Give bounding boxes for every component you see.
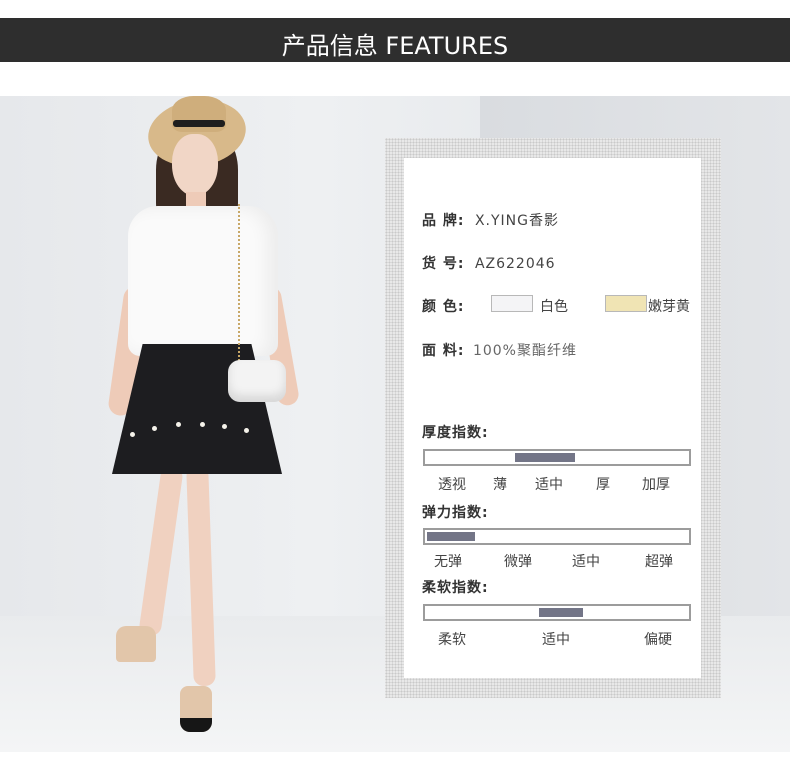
sku-value: AZ622046 [474,256,556,272]
thickness-marker [514,453,576,462]
elasticity-tick: 无弹 [434,554,462,570]
elasticity-tick: 适中 [572,554,600,570]
info-card [404,158,701,678]
brand-label: 品 牌: [422,213,465,229]
pearl-bead [200,422,205,427]
white-quilted-bag [228,360,286,402]
color-swatch-white [491,295,533,312]
thickness-scale [423,449,691,466]
model-face [172,134,218,196]
elasticity-title: 弹力指数: [422,505,489,521]
thickness-tick: 加厚 [642,477,670,493]
bag-chain-strap [238,204,241,364]
softness-marker [538,608,584,617]
color-name-white: 白色 [540,299,568,315]
sku-label: 货 号: [422,256,465,272]
fabric-row: 面 料: 100%聚酯纤维 [422,340,577,360]
section-title: 产品信息 FEATURES [281,32,509,60]
pearl-bead [244,428,249,433]
pearl-bead [222,424,227,429]
hat-band [173,120,225,127]
color-name-yellow: 嫩芽黄 [648,299,690,315]
brand-value: X.YING香影 [474,213,559,229]
thickness-tick: 适中 [535,477,563,493]
pearl-bead [152,426,157,431]
thickness-tick: 透视 [438,477,466,493]
brand-row: 品 牌: X.YING香影 [422,210,559,230]
shoe-toe-cap [180,718,212,732]
sku-row: 货 号: AZ622046 [422,253,556,273]
elasticity-marker [427,532,475,541]
thickness-tick: 厚 [596,477,610,493]
pearl-bead [130,432,135,437]
elasticity-tick: 微弹 [504,554,532,570]
fabric-label: 面 料: [422,343,465,359]
color-label: 颜 色: [422,299,465,315]
pearl-bead [176,422,181,427]
fabric-value: 100%聚酯纤维 [472,343,577,359]
model-leg-right [186,465,216,687]
model-leg-left [138,465,184,637]
section-header: 产品信息 FEATURES [0,18,790,62]
softness-scale [423,604,691,621]
softness-tick: 偏硬 [644,632,672,648]
softness-tick: 适中 [542,632,570,648]
thickness-title: 厚度指数: [422,425,489,441]
color-row: 颜 色: [422,296,464,316]
softness-tick: 柔软 [438,632,466,648]
softness-title: 柔软指数: [422,580,489,596]
elasticity-scale [423,528,691,545]
elasticity-tick: 超弹 [645,554,673,570]
shoe-left [116,626,156,662]
white-shirt [128,206,278,356]
color-swatch-yellow [605,295,647,312]
thickness-tick: 薄 [493,477,507,493]
